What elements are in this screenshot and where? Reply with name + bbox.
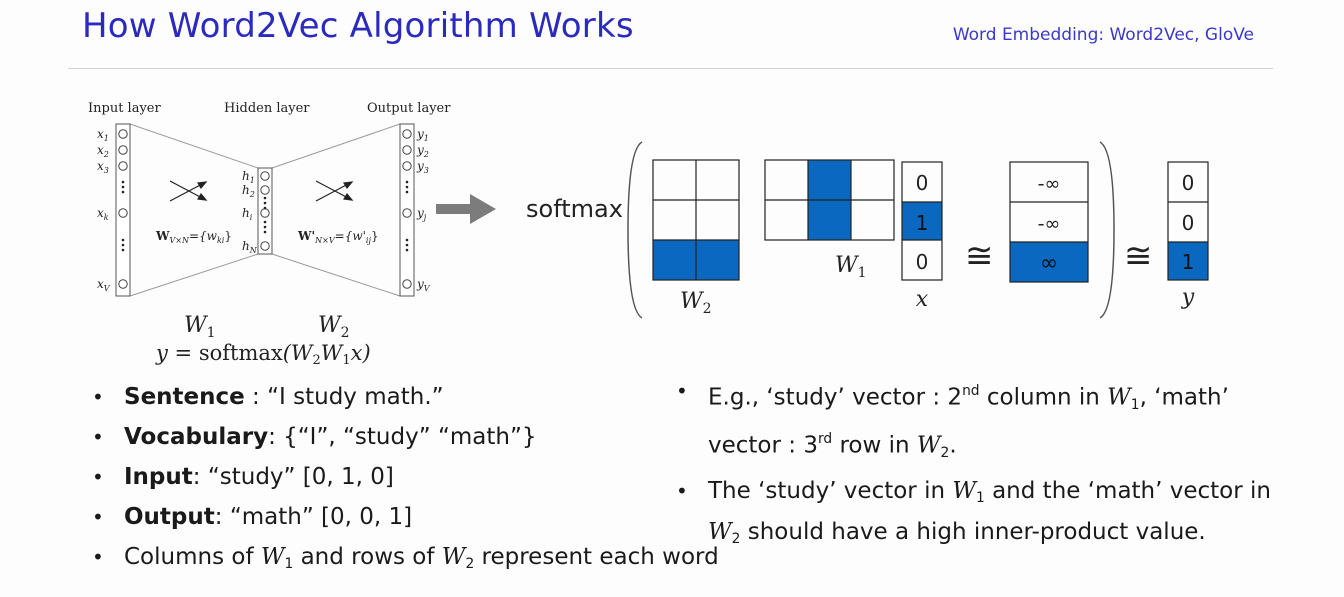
w1-matrix-label: W1 (835, 253, 867, 281)
mid-value-2: ∞ (1040, 251, 1058, 276)
bottom-bullet: Columns of W1 and rows of W2 represent e… (92, 537, 719, 584)
ellipsis-dot (405, 185, 409, 189)
x-value-0: 0 (916, 171, 929, 195)
output-node-label: yj (416, 206, 427, 222)
input-layer-label: Input layer (88, 101, 162, 116)
ellipsis-dot (263, 206, 267, 210)
mid-value-1: -∞ (1038, 213, 1061, 235)
output-node-label: yV (416, 277, 431, 293)
w2-matrix-label: W2 (680, 289, 712, 317)
output-node-label: y2 (416, 143, 429, 159)
left-bullet-list: Sentence : “I study math.” Vocabulary: {… (92, 377, 537, 537)
y-value-1: 0 (1182, 211, 1195, 235)
ellipsis-dot (121, 180, 125, 184)
x-vector-label: x (916, 287, 929, 312)
input-node-label: x2 (97, 143, 109, 159)
ellipsis-dot (405, 190, 409, 194)
ellipsis-dot (405, 243, 409, 247)
left-paren (627, 141, 643, 319)
x-value-2: 0 (916, 250, 929, 274)
list-item: The ‘study’ vector in W1 and the ‘math’ … (676, 474, 1296, 556)
softmax-label: softmax (526, 195, 623, 223)
input-node (118, 145, 128, 155)
slide: How Word2Vec Algorithm Works Word Embedd… (0, 0, 1344, 597)
y-vector: 0 0 1 (1167, 161, 1209, 281)
input-node-label: x1 (97, 127, 109, 143)
ellipsis-dot (405, 180, 409, 184)
list-item: Sentence : “I study math.” (92, 377, 537, 417)
ellipsis-dot (121, 248, 125, 252)
y-vector-label: y (1181, 285, 1195, 310)
page-subtitle: Word Embedding: Word2Vec, GloVe (952, 25, 1254, 45)
x-vector: 0 1 0 (901, 161, 943, 281)
ellipsis-dot (121, 190, 125, 194)
output-node (402, 145, 412, 155)
input-node (118, 161, 128, 171)
ellipsis-dot (121, 185, 125, 189)
output-layer-label: Output layer (367, 101, 451, 116)
softmax-input-vector: -∞ -∞ ∞ (1009, 161, 1089, 283)
w-left-label: WV×N={wki} (155, 229, 232, 245)
list-item: Input: “study” [0, 1, 0] (92, 457, 537, 497)
hidden-node (260, 185, 270, 195)
x-value-1: 1 (916, 211, 929, 235)
output-node-label: y3 (416, 159, 429, 175)
list-item: Output: “math” [0, 0, 1] (92, 497, 537, 537)
input-node-label: xV (97, 277, 111, 293)
y-value-2: 1 (1182, 250, 1195, 274)
hidden-node-label: hi (242, 206, 253, 222)
hidden-node-label: h2 (242, 183, 255, 199)
ellipsis-dot (121, 238, 125, 242)
hidden-node (260, 241, 270, 251)
ellipsis-dot (121, 243, 125, 247)
w-right-label: W'N×V={w'ij} (297, 229, 379, 245)
mid-value-0: -∞ (1038, 173, 1061, 195)
output-node (402, 208, 412, 218)
list-item: Vocabulary: {“I”, “study” “math”} (92, 417, 537, 457)
input-node (118, 129, 128, 139)
input-node-label: x3 (97, 159, 109, 175)
ellipsis-dot (263, 225, 267, 229)
y-value-0: 0 (1182, 171, 1195, 195)
ellipsis-dot (405, 238, 409, 242)
ellipsis-dot (263, 220, 267, 224)
ellipsis-dot (263, 230, 267, 234)
w2-matrix (652, 159, 740, 281)
w2-under-label: W2 (318, 313, 350, 341)
output-node (402, 129, 412, 139)
right-bullet-list: E.g., ‘study’ vector : 2nd column in W1,… (676, 374, 1296, 560)
hidden-node (260, 171, 270, 181)
w1-under-label: W1 (184, 313, 216, 341)
input-node (118, 279, 128, 289)
softmax-formula: y = softmax(W2W1x) (155, 341, 371, 368)
output-node-label: y1 (416, 127, 429, 143)
hidden-node-label: hN (242, 239, 258, 255)
approx-symbol-1: ≅ (965, 236, 994, 276)
ellipsis-dot (263, 201, 267, 205)
hidden-node (260, 208, 270, 218)
approx-symbol-2: ≅ (1124, 236, 1153, 276)
output-node (402, 161, 412, 171)
list-item: E.g., ‘study’ vector : 2nd column in W1,… (676, 374, 1296, 470)
ellipsis-dot (405, 248, 409, 252)
right-paren (1099, 141, 1115, 319)
hidden-layer-label: Hidden layer (224, 101, 310, 116)
input-node-label: xk (97, 206, 109, 222)
network-diagram: Input layer Hidden layer Output layer x1… (88, 101, 451, 368)
input-node (118, 208, 128, 218)
w1-matrix (764, 159, 895, 241)
output-node (402, 279, 412, 289)
ellipsis-dot (263, 196, 267, 200)
